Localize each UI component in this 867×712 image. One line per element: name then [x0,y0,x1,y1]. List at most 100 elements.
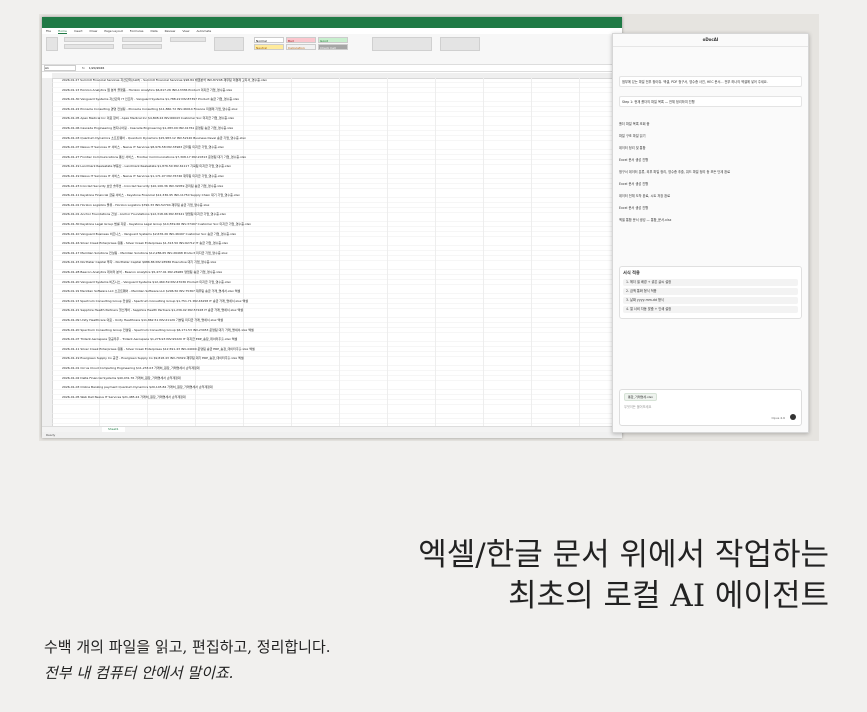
table-row[interactable]: 2026-01-05 Web Dell Nexus IT Services $2… [62,395,186,400]
style-neutral[interactable]: Neutral [254,44,284,50]
formula-bar: A1 fx 1/20/2026 [42,65,622,72]
number-format-select[interactable] [170,37,206,42]
ribbon-tab[interactable]: Home [58,29,67,34]
table-row[interactable]: 2026-01-07 Trident Aerospace 항공우주 - Trid… [62,337,237,342]
table-row[interactable]: 2026-01-01 Cirrus Cloud Computing Engine… [62,366,200,371]
status-bar: Ready [42,432,622,438]
editing-buttons[interactable] [440,37,480,51]
ribbon-tab[interactable]: Review [165,29,176,33]
table-row[interactable]: 2026-01-19 Landmark Realestate 부동산 - Lan… [62,164,231,169]
table-row[interactable]: 2026-01-03 Quantum Dynamics 소프트웨어 - Quan… [62,136,246,141]
alignment-buttons[interactable] [122,37,162,42]
table-row[interactable]: 2026.01.13 Spectrum Consulting Group 컨설팅… [62,299,248,304]
agent-log-line: 데이터 전체 도착 완료, 시트 저장 완료 [619,194,671,198]
ribbon-tab[interactable]: Automate [196,29,211,33]
subline-1: 수백 개의 파일을 읽고, 편집하고, 정리합니다. [44,638,331,656]
format-card-item: 4. 열 너비 자동 맞춤 + 인쇄 설정 [623,306,798,313]
name-box[interactable]: A1 [44,65,76,71]
style-check-cell[interactable]: Check Cell [318,44,348,50]
font-format-buttons[interactable] [64,44,114,49]
table-row[interactable]: 2026-01-06 Cascade Engineering 엔지니어링 - C… [62,126,233,131]
ribbon-tab[interactable]: Page Layout [104,29,122,33]
headline: 엑셀/한글 문서 위에서 작업하는 최초의 로컬 AI 에이전트 [418,535,829,617]
format-card-items: 1. 헤더 셀 배경 + 굵은 글씨 설정 2. 금액 통화 형식 적용 3. 날짜… [623,279,798,313]
style-good[interactable]: Good [318,37,348,43]
ai-agent-panel: oDocAI 첨부에 있는 파일 전부 찾아줘. 엑셀, PDF 청구서, 영수… [612,33,809,433]
table-row[interactable]: 2026-01-15 Northstar Capital 투자 - Norths… [62,260,216,265]
table-row[interactable]: 2026-01-22 Pinnacle Consulting 경영 컨설팅 - … [62,107,238,112]
table-row[interactable]: 2026-01-30 Keystone Legal Group 법률 자문 - … [62,222,251,227]
table-row[interactable]: 2026-01-19 Nexus IT Services IT 서비스 - Ne… [62,174,224,179]
format-card-title: 서식 적용 [623,270,640,275]
table-row[interactable]: 2026-01-10 Vanguard Business 비즈니스 - Vang… [62,232,236,237]
ribbon-tab[interactable]: Insert [74,29,83,33]
ribbon-tab[interactable]: Draw [90,29,98,33]
agent-log: 폴더 파일 목록 조회 중파일 구조 파일 읽기데이터 정리 및 통합 Excel… [619,114,802,223]
table-row[interactable]: 2026-01-20 Vanguard Systems 비즈니스 - Vangu… [62,280,231,285]
headline-line-2: 최초의 로컬 AI 에이전트 [508,578,829,614]
excel-window: File Home Insert Draw Page Layout Formulas Dat… [42,17,622,438]
table-row[interactable]: 2026.01.19 Meridian Software LLC 소프트웨어 -… [62,289,240,294]
format-card-item: 2. 금액 통화 형식 적용 [623,288,798,295]
agent-log-line: Excel 문서 생성 진행 [619,182,649,186]
fx-icon: fx [82,66,85,70]
table-row[interactable]: 2026-01-05 Apex Medical Inc 의료 장비 - Apex… [62,116,234,121]
table-row[interactable]: 2026-01-30 Vanguard Systems 자산관리 IT 인프라 … [62,97,239,102]
step-indicator[interactable]: Step 1: 현재 폴더의 파일 목록 — 전체 정리하여 진행 [619,96,802,107]
table-row[interactable]: 2026-01-27 Frontier Communications 통신 서비… [62,155,246,160]
cell-rows[interactable]: 2026.01.27 Summit Financial Services 자산관… [52,78,622,428]
table-row[interactable]: 2026-01-28 Beacon Analytics 데이터 분석 - Bea… [62,270,222,275]
agent-log-line: 청구서 데이터 분류, 외부 파일 정리, 영수증 추출, 워드 파일 정리 등… [619,170,731,174]
format-card-item: 1. 헤더 셀 배경 + 굵은 글씨 설정 [623,279,798,286]
table-row[interactable]: 2026-01-01 Horizon Logistics 물류 - Horizo… [62,203,209,208]
table-row[interactable]: 2026-01-02 Delta Financial Systems $40,0… [62,376,181,381]
agent-log-line: 폴더 파일 목록 조회 중 [619,122,650,126]
paste-button[interactable] [46,37,58,51]
ribbon: Normal Bad Good Neutral Calculation Chec… [42,34,622,65]
panel-header: oDocAI [613,34,808,47]
style-bad[interactable]: Bad [286,37,316,43]
ribbon-tab[interactable]: File [46,29,51,33]
table-row[interactable]: 2026-01-03 Online Banking payment Quantu… [62,385,213,390]
chat-input[interactable]: 무엇이든 물어보세요 [624,404,651,409]
agent-log-line: 엑셀 통합 문서 생성 — 통합_문서.xlsx [619,218,672,222]
ribbon-tab[interactable]: Formulas [130,29,144,33]
table-row[interactable]: 2026-01-11 Silver Creek Enterprises 유통 -… [62,347,255,352]
table-row[interactable]: 2026-01-20 Spectrum Consulting Group 컨설팅… [62,328,254,333]
table-row[interactable]: 2026-01-17 Meridian Solutions 컨설팅 - Meri… [62,251,228,256]
ribbon-tab[interactable]: Data [150,29,157,33]
table-row[interactable]: 2026-01-16 Silver Creek Enterprises 유통 -… [62,241,228,246]
send-icon[interactable] [790,414,796,420]
model-selector[interactable]: Opus 4.6 [772,416,785,420]
font-select[interactable] [64,37,114,42]
table-row[interactable]: 2026-01-09 Unity Healthcare 의료 - Unity H… [62,318,223,323]
agent-log-line: 데이터 정리 및 통합 [619,146,646,150]
ribbon-tab[interactable]: View [182,29,189,33]
table-row[interactable]: 2026-01-21 Sapphire Health Partners 헬스케어… [62,308,243,313]
agent-log-line: Excel 문서 생성 진행 [619,158,649,162]
conditional-format-button[interactable] [214,37,244,51]
table-row[interactable]: 2026-01-23 Ironclad Security 보안 솔루션 - Ir… [62,184,223,189]
format-card: 서식 적용 1. 헤더 셀 배경 + 굵은 글씨 설정 2. 금액 통화 형식 적… [619,266,802,319]
style-normal[interactable]: Normal [254,37,284,43]
chat-input-box[interactable]: 통합_거래명세.xlsx 무엇이든 물어보세요 Opus 4.6 [619,389,802,426]
table-row[interactable]: 2026-01-07 Nexus IT Services IT 서비스 - Ne… [62,145,224,150]
panel-title: oDocAI [702,37,719,42]
table-row[interactable]: 2026.01.13 Horizon Analytics 웹 분석 플랫폼 - … [62,88,232,93]
agent-log-line: Excel 문서 생성 진행 [619,206,649,210]
subline-2: 전부 내 컴퓨터 안에서 말이죠. [44,664,234,682]
table-row[interactable]: 2026.01.27 Summit Financial Services 자산관… [62,78,267,83]
attached-file-chip[interactable]: 통합_거래명세.xlsx [624,393,657,401]
agent-log-line: 파일 구조 파일 읽기 [619,134,646,138]
headline-line-1: 엑셀/한글 문서 위에서 작업하는 [418,537,829,573]
table-row[interactable]: 2026-01-01 Anchor Foundations 건설 - Ancho… [62,212,226,217]
format-card-item: 3. 날짜 yyyy-mm-dd 형식 [623,297,798,304]
spreadsheet-grid[interactable]: 2026.01.27 Summit Financial Services 자산관… [42,73,622,428]
user-request-text: 첨부에 있는 파일 전부 찾아줘. 엑셀, PDF 청구서, 영수증 사진, H… [622,80,768,84]
cells-buttons[interactable] [372,37,432,51]
formula-input[interactable]: 1/20/2026 [89,66,104,70]
table-row[interactable]: 2026-01-19 Evergreen Supply Co 공급 - Ever… [62,356,244,361]
merge-button[interactable] [122,44,162,49]
table-row[interactable]: 2026-01-11 Keystone Financial 금융 서비스 - K… [62,193,240,198]
style-calculation[interactable]: Calculation [286,44,316,50]
